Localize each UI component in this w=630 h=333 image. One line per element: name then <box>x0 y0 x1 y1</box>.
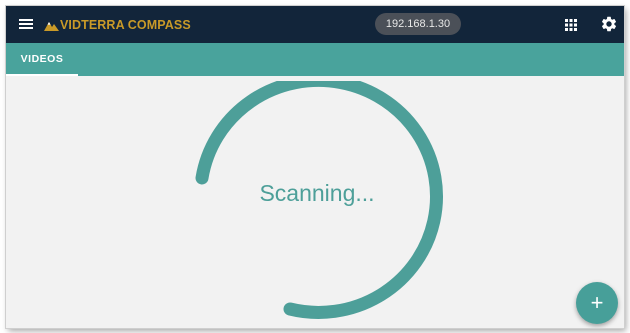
tab-videos[interactable]: VIDEOS <box>6 43 78 76</box>
app-bar: VIDTERRA COMPASS 192.168.1.30 <box>6 6 624 43</box>
app-window: VIDTERRA COMPASS 192.168.1.30 VIDEOS Sca <box>6 6 624 328</box>
logo-mountain-icon <box>44 21 59 31</box>
main-content: Scanning... <box>6 76 624 328</box>
tab-videos-label: VIDEOS <box>20 53 64 65</box>
tab-bar: VIDEOS <box>6 43 624 76</box>
add-button[interactable]: + <box>576 282 618 324</box>
ip-address-chip[interactable]: 192.168.1.30 <box>375 13 461 35</box>
scanning-status-text: Scanning... <box>259 180 375 206</box>
logo: VIDTERRA COMPASS <box>44 16 191 34</box>
apps-grid-icon[interactable] <box>565 19 577 31</box>
add-icon: + <box>590 290 604 315</box>
hamburger-menu-icon[interactable] <box>19 18 33 30</box>
gear-icon[interactable] <box>600 15 618 33</box>
logo-text: VIDTERRA COMPASS <box>60 18 191 32</box>
